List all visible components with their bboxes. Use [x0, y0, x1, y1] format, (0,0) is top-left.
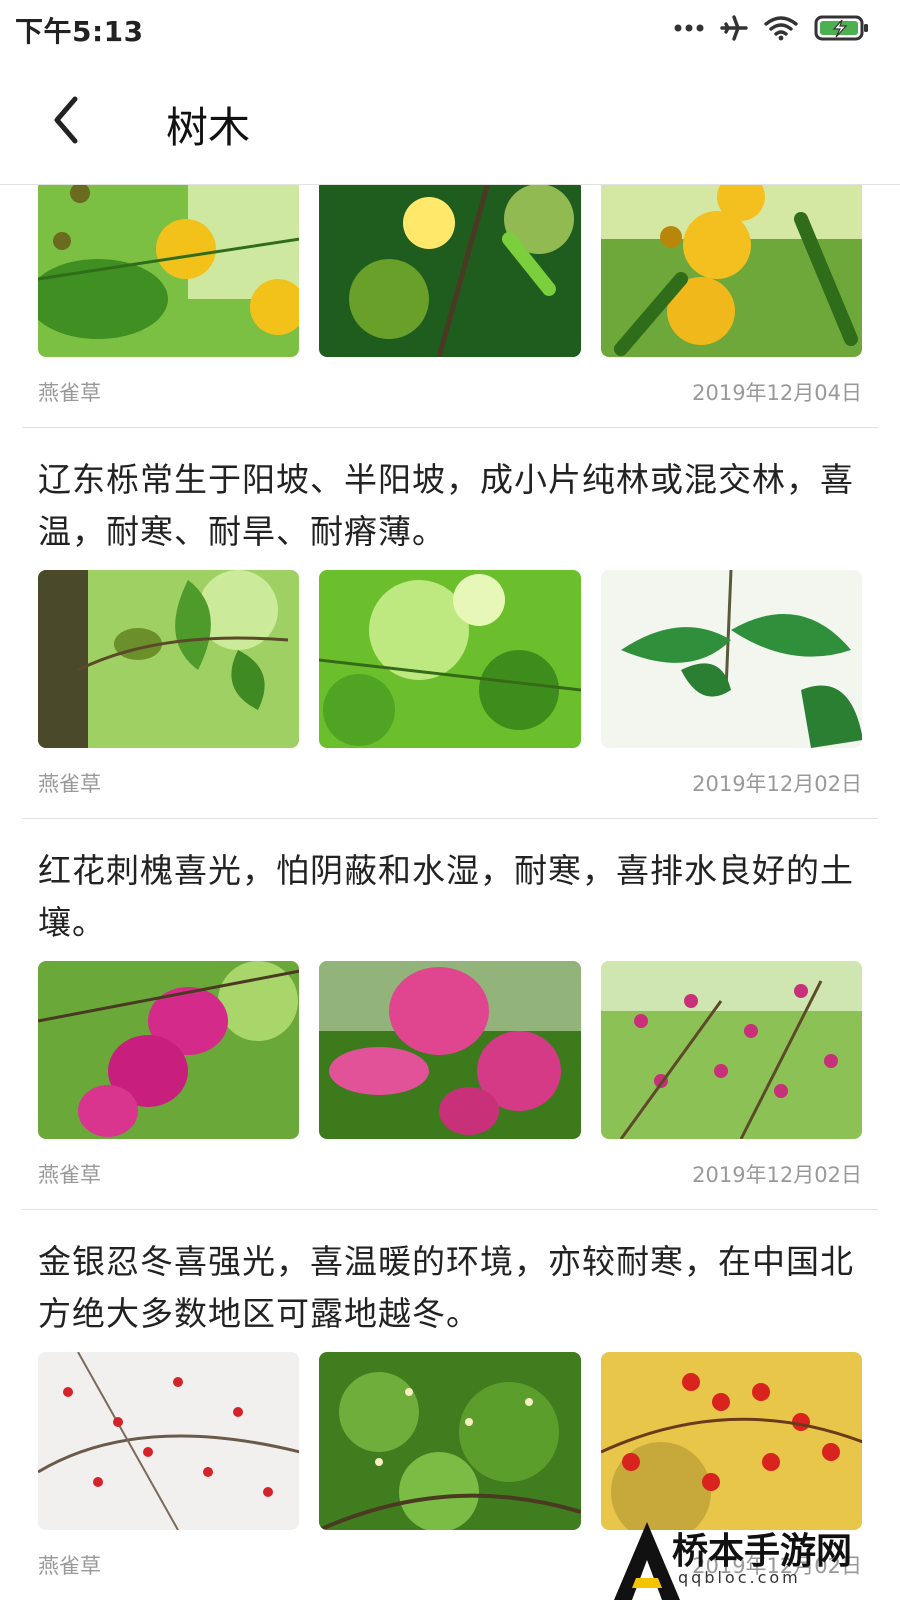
post-text: 红花刺槐喜光，怕阴蔽和水湿，耐寒，喜排水良好的土壤。 [38, 851, 854, 942]
post-image[interactable] [319, 961, 581, 1139]
post-image[interactable] [600, 570, 862, 748]
more-dots-icon [674, 23, 704, 33]
watermark-title: 桥本手游网 [672, 1531, 853, 1572]
post-text: 金银忍冬喜强光，喜温暖的环境，亦较耐寒，在中国北方绝大多数地区可露地越冬。 [38, 1242, 854, 1333]
post-author[interactable]: 燕雀草 [38, 377, 101, 407]
post-meta: 燕雀草 2019年12月02日 [22, 748, 878, 818]
post-image[interactable] [38, 185, 300, 357]
post-image[interactable] [600, 961, 862, 1139]
status-bar: 下午5:13 [0, 0, 900, 56]
wifi-icon [764, 15, 798, 41]
post-image[interactable] [600, 1352, 862, 1530]
post-image[interactable] [319, 570, 581, 748]
post-image[interactable] [600, 185, 862, 357]
back-button[interactable] [40, 92, 90, 148]
post-feed[interactable]: 燕雀草 2019年12月04日 辽东栎常生于阳坡、半阳坡，成小片纯林或混交林，喜… [0, 185, 900, 1600]
post-date: 2019年12月02日 [692, 1163, 862, 1187]
post-image-grid [22, 961, 878, 1139]
post-image[interactable] [38, 1352, 300, 1530]
post-author[interactable]: 燕雀草 [38, 1159, 101, 1189]
post-image[interactable] [38, 570, 300, 748]
post-meta: 燕雀草 2019年12月04日 [22, 357, 878, 427]
battery-charging-icon [814, 14, 870, 42]
post-author[interactable]: 燕雀草 [38, 1550, 101, 1580]
post-text: 辽东栎常生于阳坡、半阳坡，成小片纯林或混交林，喜温，耐寒、耐旱、耐瘠薄。 [38, 460, 854, 551]
app-header: 树木 [0, 56, 900, 185]
post-image-grid [22, 570, 878, 748]
chevron-left-icon [54, 96, 78, 144]
post-item[interactable]: 辽东栎常生于阳坡、半阳坡，成小片纯林或混交林，喜温，耐寒、耐旱、耐瘠薄。 燕雀草… [22, 428, 878, 819]
status-time: 下午5:13 [15, 15, 144, 48]
post-image[interactable] [319, 185, 581, 357]
post-meta: 燕雀草 2019年12月02日 [22, 1139, 878, 1209]
status-icons [674, 14, 870, 42]
airplane-icon [720, 15, 748, 41]
post-author[interactable]: 燕雀草 [38, 768, 101, 798]
post-image[interactable] [319, 1352, 581, 1530]
post-date: 2019年12月02日 [692, 772, 862, 796]
watermark-subtitle: qqbloc.com [678, 1568, 801, 1587]
post-image-grid [22, 1352, 878, 1530]
post-image[interactable] [38, 961, 300, 1139]
page-title: 树木 [166, 103, 251, 152]
watermark: 桥本手游网 qqbloc.com [612, 1516, 882, 1600]
post-date: 2019年12月04日 [692, 381, 862, 405]
post-image-grid [22, 185, 878, 357]
post-item[interactable]: 红花刺槐喜光，怕阴蔽和水湿，耐寒，喜排水良好的土壤。 燕雀草 2019年12月0… [22, 819, 878, 1210]
post-item[interactable]: 燕雀草 2019年12月04日 [22, 185, 878, 428]
